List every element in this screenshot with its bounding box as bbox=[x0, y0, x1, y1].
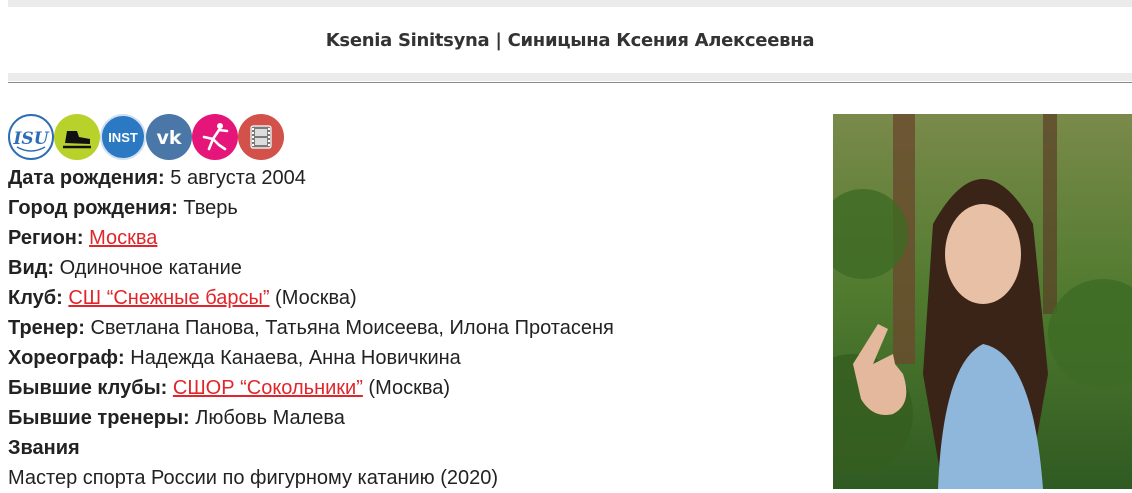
former-club-link[interactable]: СШОР “Сокольники” bbox=[173, 377, 363, 399]
skater-icon[interactable] bbox=[192, 114, 238, 160]
vk-icon[interactable]: vk bbox=[146, 114, 192, 160]
coach-row: Тренер: Светлана Панова, Татьяна Моисеев… bbox=[8, 317, 614, 339]
svg-text:ISU: ISU bbox=[12, 129, 49, 149]
page-title: Ksenia Sinitsyna | Синицына Ксения Алекс… bbox=[325, 29, 815, 51]
club-row: Клуб: СШ “Снежные барсы” (Москва) bbox=[8, 287, 357, 309]
region-link[interactable]: Москва bbox=[89, 227, 157, 249]
svg-text:INST: INST bbox=[108, 130, 138, 145]
top-divider bbox=[8, 0, 1132, 7]
profile-links: ISU INST vk bbox=[8, 114, 284, 160]
birth-date-row: Дата рождения: 5 августа 2004 bbox=[8, 167, 306, 189]
former-clubs-row: Бывшие клубы: СШОР “Сокольники” (Москва) bbox=[8, 377, 451, 399]
club-link[interactable]: СШ “Снежные барсы” bbox=[68, 287, 269, 309]
birth-city-row: Город рождения: Тверь bbox=[8, 197, 238, 219]
discipline-row: Вид: Одиночное катание bbox=[8, 257, 242, 279]
titles-heading: Звания bbox=[8, 437, 80, 459]
athlete-info: Дата рождения: 5 августа 2004 Город рожд… bbox=[8, 163, 614, 493]
instagram-icon[interactable]: INST bbox=[100, 114, 146, 160]
former-coaches-row: Бывшие тренеры: Любовь Малева bbox=[8, 407, 345, 429]
isu-icon[interactable]: ISU bbox=[8, 114, 54, 160]
header-band bbox=[8, 73, 1132, 81]
choreographer-row: Хореограф: Надежда Канаева, Анна Новички… bbox=[8, 347, 461, 369]
header-rule bbox=[8, 82, 1132, 83]
athlete-photo bbox=[833, 114, 1132, 489]
film-icon[interactable] bbox=[238, 114, 284, 160]
svg-text:vk: vk bbox=[156, 127, 181, 149]
skate-icon[interactable] bbox=[54, 114, 100, 160]
region-row: Регион: Москва bbox=[8, 227, 158, 249]
